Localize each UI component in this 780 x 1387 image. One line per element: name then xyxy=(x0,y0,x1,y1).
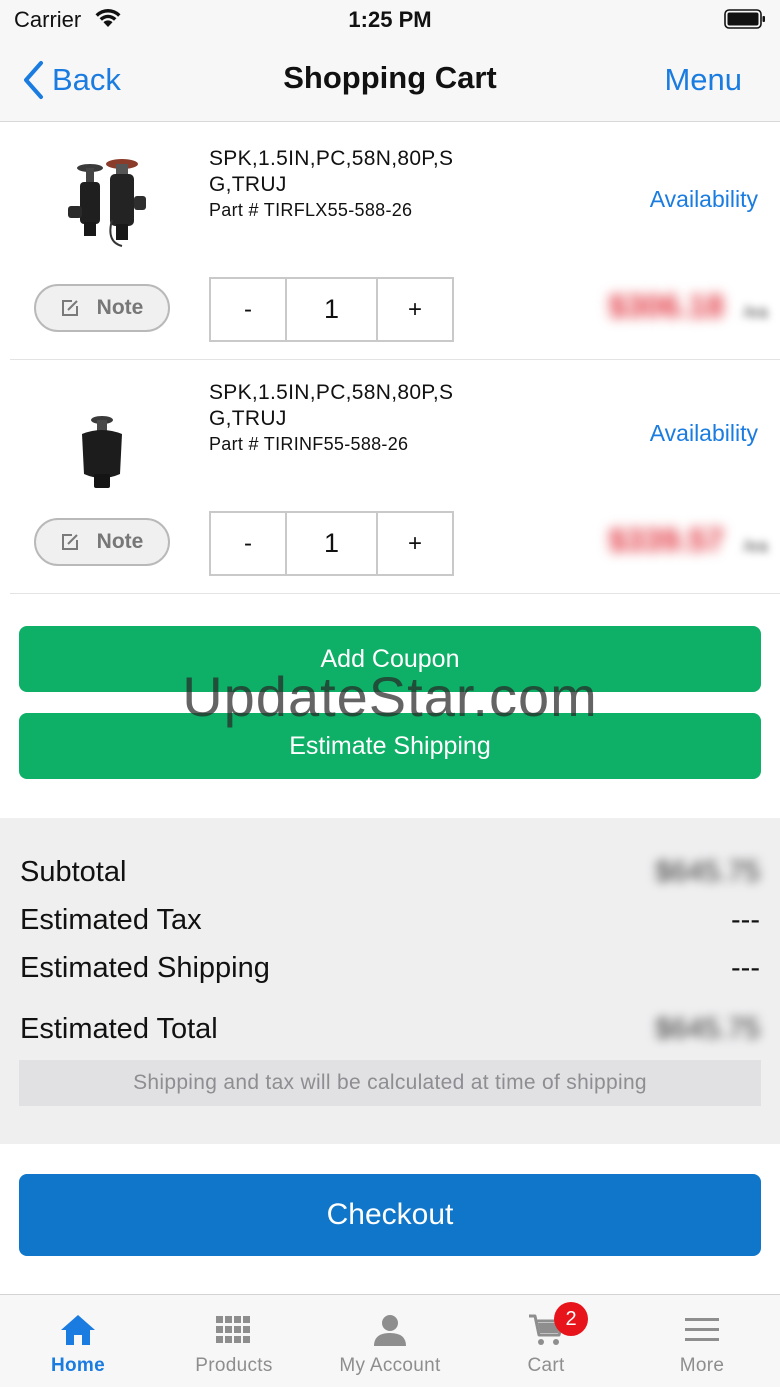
shipping-tax-note: Shipping and tax will be calculated at t… xyxy=(19,1060,761,1106)
estimate-shipping-button[interactable]: Estimate Shipping xyxy=(19,713,761,779)
product-image-sprinkler xyxy=(82,416,122,488)
total-row: Estimated Total $645.75 xyxy=(20,1013,760,1053)
part-number: Part # TIRFLX55-588-26 xyxy=(209,200,413,220)
increase-quantity-button[interactable]: + xyxy=(378,513,452,574)
quantity-stepper: - 1 + xyxy=(209,277,454,342)
shipping-value: --- xyxy=(731,952,760,984)
increase-quantity-button[interactable]: + xyxy=(378,279,452,340)
part-number: Part # TIRINF55-588-26 xyxy=(209,434,409,454)
note-label: Note xyxy=(96,296,144,319)
home-icon xyxy=(61,1315,95,1345)
price-unit: /ea xyxy=(742,302,768,322)
shipping-row: Estimated Shipping --- xyxy=(20,952,760,992)
decrease-quantity-button[interactable]: - xyxy=(211,513,285,574)
cart-item: SPK,1.5IN,PC,58N,80P,S G,TRUJ Part # TIR… xyxy=(0,360,780,594)
tab-my-account-label: My Account xyxy=(339,1355,441,1376)
item-price: $339.57 xyxy=(608,522,724,558)
tax-value: --- xyxy=(731,904,760,936)
note-label: Note xyxy=(96,530,144,553)
tab-cart[interactable]: 2 Cart xyxy=(468,1295,624,1387)
tab-products[interactable]: Products xyxy=(156,1295,312,1387)
edit-icon xyxy=(61,534,78,550)
add-coupon-button[interactable]: Add Coupon xyxy=(19,626,761,692)
availability-link[interactable]: Availability xyxy=(650,186,758,213)
product-image-sprinkler-pair xyxy=(68,159,146,247)
shipping-label: Estimated Shipping xyxy=(20,952,270,984)
tab-bar: Home Products My Account 2 Cart More xyxy=(0,1294,780,1387)
battery-icon xyxy=(724,9,765,29)
product-name: SPK,1.5IN,PC,58N,80P,S G,TRUJ xyxy=(209,381,454,430)
decrease-quantity-button[interactable]: - xyxy=(211,279,285,340)
grid-icon xyxy=(216,1316,250,1343)
menu-icon xyxy=(685,1318,719,1341)
edit-icon xyxy=(61,300,78,316)
price-unit: /ea xyxy=(742,536,768,556)
total-value: $645.75 xyxy=(655,1013,760,1045)
status-time: 1:25 PM xyxy=(348,7,432,32)
quantity-value[interactable]: 1 xyxy=(285,513,378,574)
checkout-button[interactable]: Checkout xyxy=(19,1174,761,1256)
availability-link[interactable]: Availability xyxy=(650,420,758,447)
tab-my-account[interactable]: My Account xyxy=(312,1295,468,1387)
tax-label: Estimated Tax xyxy=(20,904,202,936)
quantity-value[interactable]: 1 xyxy=(285,279,378,340)
quantity-stepper: - 1 + xyxy=(209,511,454,576)
status-bar: Carrier 1:25 PM xyxy=(0,0,780,40)
cart-item: SPK,1.5IN,PC,58N,80P,S G,TRUJ Part # TIR… xyxy=(0,126,780,360)
nav-bar: Back Shopping Cart Menu xyxy=(0,40,780,122)
tab-more[interactable]: More xyxy=(624,1295,780,1387)
total-label: Estimated Total xyxy=(20,1013,218,1045)
order-summary: Subtotal $645.75 Estimated Tax --- Estim… xyxy=(0,818,780,1144)
note-button[interactable]: Note xyxy=(34,518,170,566)
person-icon xyxy=(374,1315,406,1346)
subtotal-value: $645.75 xyxy=(655,856,760,888)
item-divider xyxy=(10,593,780,594)
tab-cart-label: Cart xyxy=(527,1355,565,1376)
item-price: $306.18 xyxy=(608,288,724,324)
tab-more-label: More xyxy=(679,1355,725,1376)
tab-products-label: Products xyxy=(195,1355,273,1376)
subtotal-label: Subtotal xyxy=(20,856,127,888)
cart-badge: 2 xyxy=(554,1302,588,1336)
tab-home-label: Home xyxy=(51,1355,105,1376)
tax-row: Estimated Tax --- xyxy=(20,904,760,944)
page-title: Shopping Cart xyxy=(283,60,497,95)
product-name: SPK,1.5IN,PC,58N,80P,S G,TRUJ xyxy=(209,147,454,196)
tab-home[interactable]: Home xyxy=(0,1295,156,1387)
subtotal-row: Subtotal $645.75 xyxy=(20,856,760,896)
note-button[interactable]: Note xyxy=(34,284,170,332)
menu-button[interactable]: Menu xyxy=(664,62,742,98)
